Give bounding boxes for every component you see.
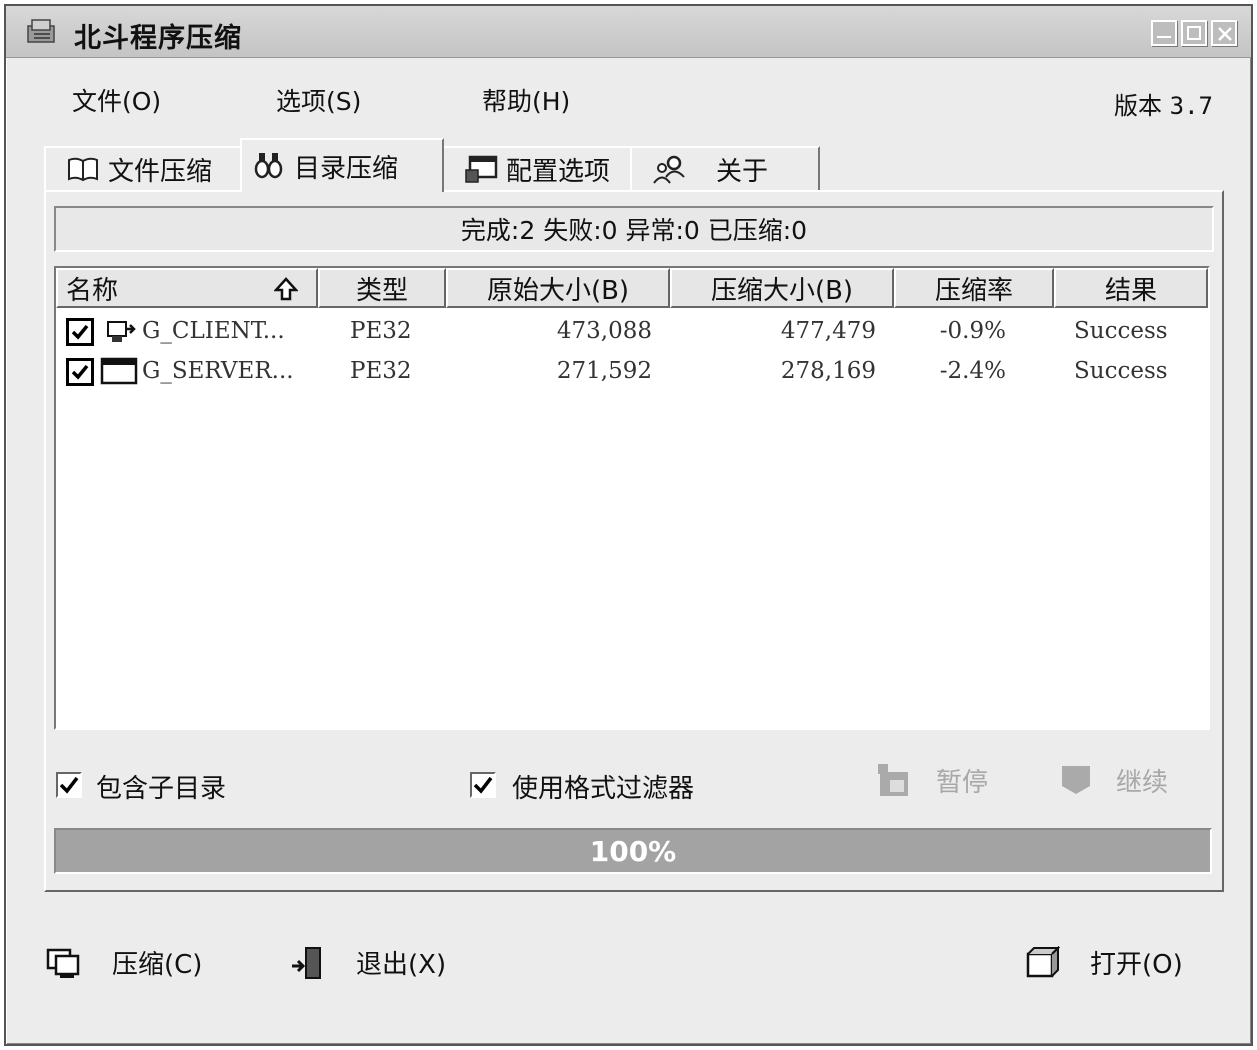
tab-file-compress[interactable]: 文件压缩 <box>44 146 244 190</box>
cell-compressed-size: 477,479 <box>780 318 876 344</box>
exit-label: 退出(X) <box>356 950 447 980</box>
tab-about-label: 关于 <box>716 156 769 187</box>
progress-text: 100% <box>589 834 677 868</box>
tab-dir-compress[interactable]: 目录压缩 <box>240 138 444 192</box>
version-number: 3.7 <box>1169 92 1213 120</box>
cell-type: PE32 <box>350 318 412 344</box>
col-original-size-label: 原始大小(B) <box>486 275 630 306</box>
version-text: 版本 <box>1114 92 1162 120</box>
compress-icon <box>46 948 80 978</box>
list-header: 名称 类型 原始大小(B) 压缩大小(B) 压缩率 结果 <box>56 268 1208 308</box>
exit-button[interactable]: 退出(X) <box>290 944 446 981</box>
cell-ratio: -0.9% <box>939 318 1006 344</box>
col-type-label: 类型 <box>355 275 408 306</box>
open-button[interactable]: 打开(O) <box>1024 944 1183 981</box>
users-icon <box>653 155 685 184</box>
network-exe-icon <box>107 321 136 342</box>
resume-icon <box>1062 766 1090 794</box>
status-text: 完成:2 失败:0 异常:0 已压缩:0 <box>460 216 808 245</box>
include-subdirs-checkbox[interactable] <box>56 772 82 798</box>
tab-config[interactable]: 配置选项 <box>442 146 632 190</box>
menu-bar: 文件(O) 选项(S) 帮助(H) 版本 3.7 <box>6 78 1251 121</box>
row-checkbox[interactable] <box>66 318 94 346</box>
cell-result: Success <box>1074 318 1168 344</box>
tab-bar: 文件压缩 目录压缩 配置选项 关于 <box>44 138 844 192</box>
pause-icon <box>878 764 908 796</box>
resume-button[interactable]: 继续 <box>1058 760 1168 800</box>
table-row[interactable]: G_SERVER... PE32 271,592 278,169 -2.4% S… <box>56 352 1208 392</box>
minimize-button[interactable] <box>1151 20 1177 46</box>
maximize-button[interactable] <box>1181 20 1207 46</box>
menu-help[interactable]: 帮助(H) <box>482 82 570 118</box>
exit-door-icon <box>292 946 321 979</box>
row-checkbox[interactable] <box>66 358 94 386</box>
col-name[interactable]: 名称 <box>56 268 318 308</box>
checkmark-icon <box>71 364 89 380</box>
col-original-size[interactable]: 原始大小(B) <box>446 268 670 308</box>
cell-type: PE32 <box>350 358 412 384</box>
resume-label: 继续 <box>1116 767 1169 798</box>
cell-compressed-size: 278,169 <box>780 358 876 384</box>
cell-ratio: -2.4% <box>939 358 1006 384</box>
include-subdirs-label: 包含子目录 <box>96 774 227 804</box>
title-bar[interactable]: 北斗程序压缩 <box>6 6 1251 58</box>
col-compressed-size-label: 压缩大小(B) <box>710 275 854 306</box>
status-summary: 完成:2 失败:0 异常:0 已压缩:0 <box>54 206 1214 252</box>
table-row[interactable]: G_CLIENT... PE32 473,088 477,479 -0.9% S… <box>56 312 1208 352</box>
format-filter-checkbox[interactable] <box>470 772 496 798</box>
format-filter-label: 使用格式过滤器 <box>512 774 695 804</box>
col-result[interactable]: 结果 <box>1054 268 1208 308</box>
config-window-icon <box>465 155 498 183</box>
col-ratio[interactable]: 压缩率 <box>894 268 1054 308</box>
compress-button[interactable]: 压缩(C) <box>46 944 202 981</box>
window-exe-icon <box>100 357 138 385</box>
open-label: 打开(O) <box>1090 950 1183 980</box>
main-window: 北斗程序压缩 文件(O) 选项(S) 帮助(H) 版本 3.7 文件压缩 目录压… <box>4 4 1253 1046</box>
sort-up-arrow-icon <box>274 277 298 301</box>
cell-name: G_SERVER... <box>142 358 294 384</box>
menu-options[interactable]: 选项(S) <box>276 82 361 118</box>
close-button[interactable] <box>1211 20 1237 46</box>
tab-dir-compress-label: 目录压缩 <box>294 153 399 184</box>
progress-bar: 100% <box>54 828 1212 874</box>
checkmark-icon <box>59 776 79 794</box>
binoculars-icon <box>254 153 283 179</box>
window-title: 北斗程序压缩 <box>74 23 242 54</box>
cell-result: Success <box>1074 358 1168 384</box>
close-icon <box>1218 27 1232 41</box>
tab-about[interactable]: 关于 <box>630 146 820 190</box>
version-label: 版本 3.7 <box>1114 86 1213 121</box>
tab-file-compress-label: 文件压缩 <box>108 156 213 187</box>
col-result-label: 结果 <box>1104 275 1157 306</box>
compress-label: 压缩(C) <box>112 950 203 980</box>
open-icon <box>1026 945 1060 977</box>
pause-label: 暂停 <box>936 767 989 798</box>
cell-original-size: 473,088 <box>556 318 652 344</box>
checkmark-icon <box>71 324 89 340</box>
col-name-label: 名称 <box>66 275 119 306</box>
tab-panel-dir-compress: 完成:2 失败:0 异常:0 已压缩:0 名称 类型 原始大小(B) 压缩大小(… <box>44 190 1224 892</box>
col-type[interactable]: 类型 <box>318 268 446 308</box>
tab-config-label: 配置选项 <box>506 156 611 187</box>
pause-button[interactable]: 暂停 <box>874 760 988 800</box>
maximize-icon <box>1187 26 1201 40</box>
checkmark-icon <box>473 776 493 794</box>
minimize-icon <box>1157 36 1171 38</box>
window-controls <box>1151 20 1237 46</box>
file-list[interactable]: 名称 类型 原始大小(B) 压缩大小(B) 压缩率 结果 G_CLIENT...… <box>54 266 1210 730</box>
cell-name: G_CLIENT... <box>142 318 285 344</box>
app-compress-icon <box>27 19 55 43</box>
book-icon <box>68 157 98 182</box>
cell-original-size: 271,592 <box>556 358 652 384</box>
col-ratio-label: 压缩率 <box>934 275 1013 306</box>
col-compressed-size[interactable]: 压缩大小(B) <box>670 268 894 308</box>
menu-file[interactable]: 文件(O) <box>72 82 161 118</box>
